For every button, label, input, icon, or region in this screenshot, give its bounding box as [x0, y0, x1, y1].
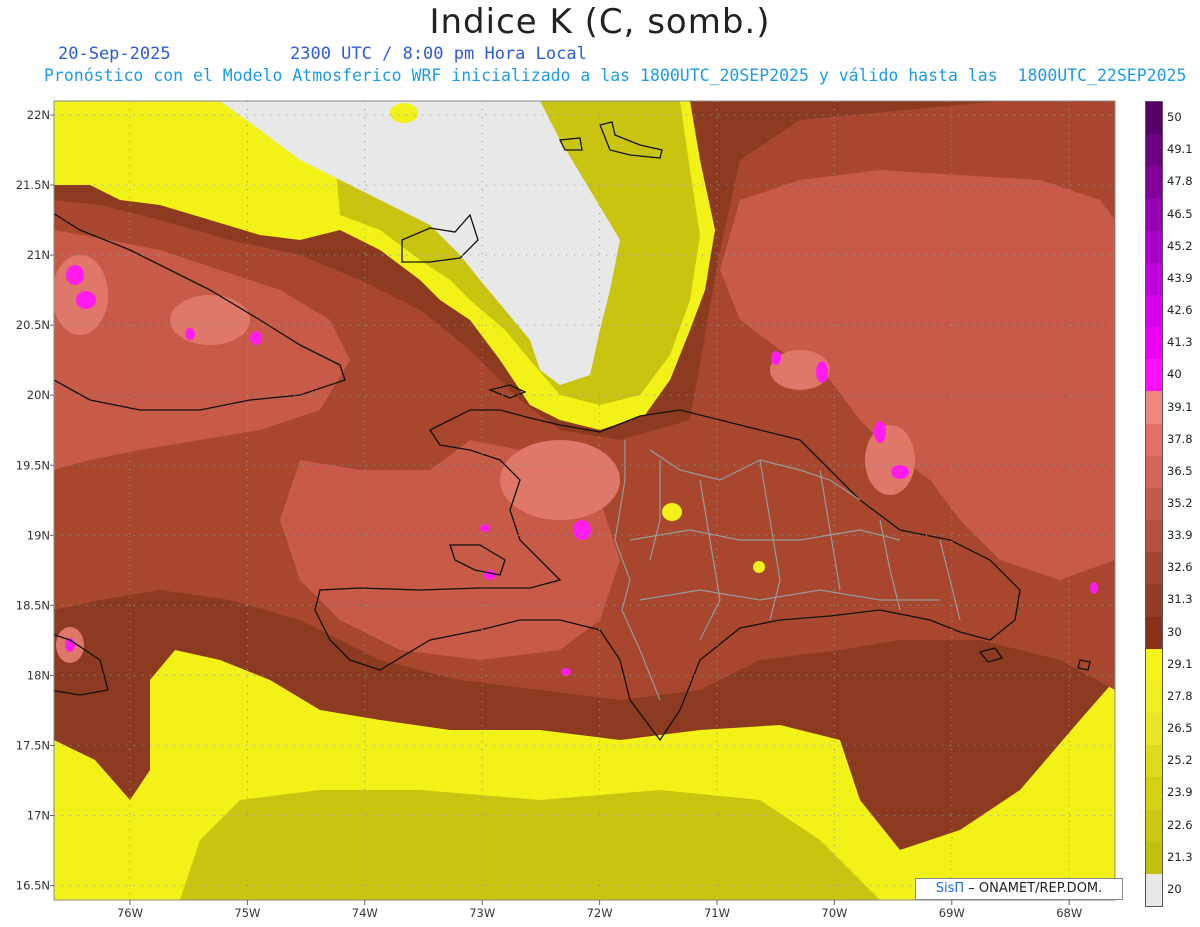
colorbar-label: 27.8 [1167, 688, 1193, 703]
colorbar-segment [1146, 745, 1162, 778]
latitude-label: 17.5N [16, 738, 50, 752]
colorbar-segment [1146, 262, 1162, 296]
latitude-label: 18N [27, 668, 50, 682]
colorbar-label: 23.9 [1167, 785, 1193, 800]
latitude-label: 20.5N [16, 318, 50, 332]
longitude-labels: 76W 75W 74W 73W 72W 71W 70W 69W 68W [117, 900, 1082, 920]
colorbar-segment [1146, 455, 1162, 489]
colorbar-label: 39.1 [1167, 399, 1193, 414]
colorbar-label: 20 [1167, 881, 1182, 896]
colorbar-segment [1146, 809, 1162, 843]
field-magenta-2 [76, 291, 96, 309]
colorbar-segment [1146, 327, 1162, 360]
field-pink-2 [170, 295, 250, 345]
colorbar-segment [1146, 520, 1162, 553]
field-magenta-5 [573, 520, 591, 540]
field-yellow-spot-3 [390, 103, 418, 123]
colorbar-label: 25.2 [1167, 753, 1193, 768]
longitude-label: 69W [939, 906, 965, 920]
colorbar-label: 22.6 [1167, 817, 1193, 832]
latitude-label: 20N [27, 388, 50, 402]
longitude-label: 74W [352, 906, 378, 920]
colorbar-segment [1146, 648, 1162, 682]
longitude-label: 76W [117, 906, 143, 920]
latitude-label: 21.5N [16, 178, 50, 192]
field-pink-3 [500, 440, 620, 520]
field-magenta-11 [891, 465, 909, 479]
field-yellow-spot-1 [662, 503, 682, 521]
colorbar-label: 30 [1167, 624, 1182, 639]
colorbar-label: 26.5 [1167, 721, 1193, 736]
colorbar-label: 37.8 [1167, 431, 1193, 446]
latitude-label: 19N [27, 528, 50, 542]
longitude-label: 68W [1056, 906, 1082, 920]
colorbar-segment [1146, 102, 1162, 135]
colorbar-label: 35.2 [1167, 496, 1193, 510]
field-magenta-7 [480, 524, 490, 532]
sisp-logo-text: SisΠ [935, 881, 965, 896]
colorbar-segment [1146, 294, 1162, 328]
colorbar-label: 32.6 [1167, 560, 1193, 575]
latitude-label: 21N [27, 248, 50, 262]
colorbar-label: 47.8 [1167, 174, 1193, 189]
colorbar-segment [1146, 584, 1162, 618]
colorbar-label: 50 [1167, 110, 1182, 125]
field-magenta-9 [816, 361, 828, 383]
colorbar-label: 41.3 [1167, 335, 1193, 350]
latitude-label: 16.5N [16, 879, 50, 893]
colorbar-segment [1146, 616, 1162, 650]
colorbar-segment [1146, 134, 1162, 167]
colorbar-segment [1146, 841, 1162, 875]
k-index-map: 22N 21.5N 21N 20.5N 20N 19.5N 19N 18.5N 18N 17.5N… [16, 100, 1116, 920]
credit-box: SisΠ – ONAMET/REP.DOM. [915, 878, 1123, 900]
latitude-labels: 22N 21.5N 21N 20.5N 20N 19.5N 19N 18.5N 18N 17.5N… [16, 108, 54, 893]
latitude-label: 18.5N [16, 598, 50, 612]
field-magenta-8 [771, 351, 781, 365]
field-magenta-1 [66, 265, 84, 285]
colorbar [1145, 101, 1163, 907]
colorbar-segment [1146, 166, 1162, 199]
colorbar-label: 21.3 [1167, 849, 1193, 864]
field-magenta-3 [185, 328, 195, 340]
colorbar-segment [1146, 487, 1162, 521]
latitude-label: 22N [27, 108, 50, 122]
field-magenta-10 [874, 421, 886, 443]
colorbar-segment [1146, 552, 1162, 585]
colorbar-segment [1146, 680, 1162, 714]
credit-text: – ONAMET/REP.DOM. [964, 881, 1103, 896]
longitude-label: 75W [234, 906, 260, 920]
field-magenta-4 [250, 331, 262, 345]
longitude-label: 70W [821, 906, 847, 920]
colorbar-label: 45.2 [1167, 238, 1193, 253]
field-pink-5 [865, 425, 915, 495]
colorbar-label: 42.6 [1167, 303, 1193, 318]
colorbar-segment [1146, 230, 1162, 264]
longitude-label: 72W [587, 906, 613, 920]
colorbar-label: 36.5 [1167, 463, 1193, 478]
colorbar-segment [1146, 777, 1162, 811]
colorbar-label: 31.3 [1167, 592, 1193, 607]
colorbar-label: 29.1 [1167, 656, 1193, 671]
colorbar-segment [1146, 423, 1162, 457]
colorbar-label: 33.9 [1167, 528, 1193, 543]
latitude-label: 17N [27, 809, 50, 823]
colorbar-label: 40 [1167, 367, 1182, 382]
colorbar-segment [1146, 873, 1162, 907]
field-yellow-spot-2 [753, 561, 765, 573]
colorbar-segment [1146, 359, 1162, 392]
colorbar-segment [1146, 391, 1162, 425]
field-magenta-13 [1090, 582, 1098, 594]
latitude-label: 19.5N [16, 458, 50, 472]
colorbar-label: 46.5 [1167, 206, 1193, 221]
field-magenta-14 [561, 668, 571, 676]
colorbar-segment [1146, 713, 1162, 746]
longitude-label: 73W [469, 906, 495, 920]
colorbar-label: 49.1 [1167, 142, 1193, 157]
colorbar-segment [1146, 198, 1162, 232]
colorbar-label: 43.9 [1167, 270, 1193, 285]
longitude-label: 71W [704, 906, 730, 920]
